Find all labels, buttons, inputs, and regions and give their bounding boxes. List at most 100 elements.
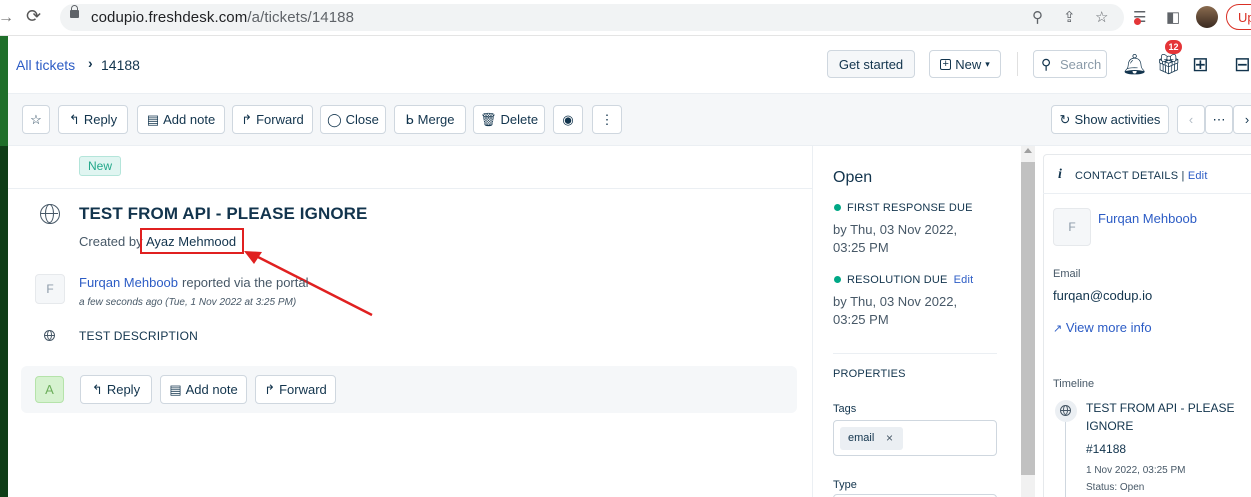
contact-details-heading: CONTACT DETAILS | Edit xyxy=(1075,170,1208,182)
previous-ticket-button[interactable]: ‹ xyxy=(1177,105,1205,134)
timeline-label: Timeline xyxy=(1053,378,1095,390)
app-sidebar-strip xyxy=(0,36,8,497)
avatar: A xyxy=(35,376,64,403)
more-options-button[interactable]: ⋮ xyxy=(592,105,622,134)
trash-icon: 🗑︎ xyxy=(479,111,497,127)
resolution-time: by Thu, 03 Nov 2022, 03:25 PM xyxy=(833,294,958,327)
forward-button[interactable]: ↱ Forward xyxy=(232,105,313,134)
reporter-line: Furqan Mehboob reported via the portal xyxy=(79,275,309,290)
timeline-line xyxy=(1065,420,1066,497)
more-vertical-icon: ⋮ xyxy=(600,111,614,127)
add-note-button[interactable]: ▤ Add note xyxy=(137,105,225,134)
note-icon: ▤ xyxy=(146,111,160,127)
chevron-right-icon: › xyxy=(1244,112,1250,127)
highlight-box xyxy=(140,228,244,254)
sla-dot xyxy=(834,276,841,283)
email-label: Email xyxy=(1053,268,1081,280)
sla-dot xyxy=(834,204,841,211)
breadcrumb-all-tickets[interactable]: All tickets xyxy=(16,57,75,73)
scrollbar-thumb[interactable] xyxy=(1021,162,1035,475)
merge-button[interactable]: ᖯ Merge xyxy=(394,105,466,134)
new-button[interactable]: + New ▾ xyxy=(929,50,1001,78)
divider xyxy=(833,353,997,354)
globe-icon xyxy=(40,204,60,224)
app-switcher-icon[interactable]: ⊟ xyxy=(1234,52,1251,77)
zoom-icon[interactable]: ⚲ xyxy=(1032,8,1043,26)
created-by-label: Created by xyxy=(79,234,143,249)
show-activities-button[interactable]: ↻ Show activities xyxy=(1051,105,1169,134)
view-more-info-link[interactable]: ↗ View more info xyxy=(1053,320,1152,335)
reload-icon[interactable]: ⟳ xyxy=(26,6,41,27)
spam-button[interactable]: ◉ xyxy=(553,105,583,134)
tag-chip: email xyxy=(840,427,903,450)
gift-icon[interactable]: 🎁︎ xyxy=(1156,52,1181,77)
bookmark-star-icon[interactable]: ☆ xyxy=(1095,8,1108,26)
check-circle-icon: ◯ xyxy=(327,111,342,127)
more-horizontal-icon: ⋯ xyxy=(1212,111,1226,127)
breadcrumb-separator-icon: › xyxy=(88,55,93,71)
avatar: F xyxy=(35,274,65,304)
reporter-name[interactable]: Furqan Mehboob xyxy=(79,275,178,290)
divider xyxy=(1043,193,1251,194)
ticket-toolbar: ☆ ↰ Reply ▤ Add note ↱ Forward ◯ Close ᖯ Merg… xyxy=(8,94,1251,146)
get-started-button[interactable]: Get started xyxy=(827,50,915,78)
properties-heading: PROPERTIES xyxy=(833,368,906,380)
breadcrumb-ticket-id: 14188 xyxy=(101,57,140,73)
status-value: Open xyxy=(833,169,873,186)
notification-dot xyxy=(1134,18,1141,25)
remove-tag-icon[interactable]: × xyxy=(886,431,893,445)
divider xyxy=(8,188,812,189)
resolution-label: RESOLUTION DUE Edit xyxy=(847,274,974,286)
bell-icon[interactable]: 🔔︎ xyxy=(1122,52,1147,77)
first-response-label: FIRST RESPONSE DUE xyxy=(847,202,973,214)
search-icon: ⚲ xyxy=(1041,56,1052,72)
timeline-date: 1 Nov 2022, 03:25 PM xyxy=(1086,465,1186,476)
contact-edit-link[interactable]: Edit xyxy=(1188,170,1208,182)
side-panel-icon[interactable]: ◧ xyxy=(1166,8,1180,26)
chevron-down-icon: ▾ xyxy=(985,58,990,69)
timeline-ticket-id: #14188 xyxy=(1086,442,1127,456)
tags-label: Tags xyxy=(833,403,857,415)
star-button[interactable]: ☆ xyxy=(22,105,50,134)
apps-icon[interactable]: ⊞ xyxy=(1192,52,1209,77)
forward-button[interactable]: ↱ Forward xyxy=(255,375,336,404)
url-text[interactable]: codupio.freshdesk.com/a/tickets/14188 xyxy=(91,9,354,26)
reply-button[interactable]: ↰ Reply xyxy=(80,375,152,404)
email-value: furqan@codup.io xyxy=(1053,288,1153,303)
reported-time: a few seconds ago (Tue, 1 Nov 2022 at 3:… xyxy=(79,297,297,308)
lock-icon[interactable] xyxy=(70,5,79,18)
delete-button[interactable]: 🗑︎ Delete xyxy=(473,105,545,134)
timeline-ticket-title[interactable]: TEST FROM API - PLEASE IGNORE xyxy=(1086,399,1246,435)
notification-count-badge: 12 xyxy=(1165,40,1182,54)
contact-avatar: F xyxy=(1053,208,1091,246)
search-input[interactable]: ⚲ Search xyxy=(1033,50,1107,78)
divider xyxy=(1017,52,1018,76)
update-button[interactable]: Up xyxy=(1226,4,1251,30)
add-note-button[interactable]: ▤ Add note xyxy=(160,375,247,404)
type-label: Type xyxy=(833,479,857,491)
scroll-up-arrow-icon[interactable] xyxy=(1024,148,1032,153)
info-icon: i xyxy=(1058,167,1062,182)
reply-icon: ↰ xyxy=(91,381,103,397)
chevron-left-icon: ‹ xyxy=(1188,112,1194,127)
spam-icon: ◉ xyxy=(562,111,574,127)
ticket-list-button[interactable]: ⋯ xyxy=(1205,105,1233,134)
ticket-title: TEST FROM API - PLEASE IGNORE xyxy=(79,204,368,223)
globe-icon xyxy=(1060,405,1071,416)
note-icon: ▤ xyxy=(169,381,182,397)
merge-icon: ᖯ xyxy=(405,111,414,127)
star-icon: ☆ xyxy=(30,111,42,127)
plus-box-icon: + xyxy=(940,58,952,70)
profile-avatar[interactable] xyxy=(1196,6,1218,28)
first-response-time: by Thu, 03 Nov 2022, 03:25 PM xyxy=(833,222,958,255)
close-button[interactable]: ◯ Close xyxy=(320,105,386,134)
resolution-edit-link[interactable]: Edit xyxy=(954,274,974,286)
reply-icon: ↰ xyxy=(68,111,80,127)
reply-button[interactable]: ↰ Reply xyxy=(58,105,128,134)
next-ticket-button[interactable]: › xyxy=(1233,105,1251,134)
forward-arrow-icon[interactable]: → xyxy=(0,9,14,27)
status-badge: New xyxy=(79,156,121,176)
history-icon: ↻ xyxy=(1059,111,1071,127)
share-icon[interactable]: ⇪ xyxy=(1063,8,1076,26)
contact-name[interactable]: Furqan Mehboob xyxy=(1098,211,1197,226)
